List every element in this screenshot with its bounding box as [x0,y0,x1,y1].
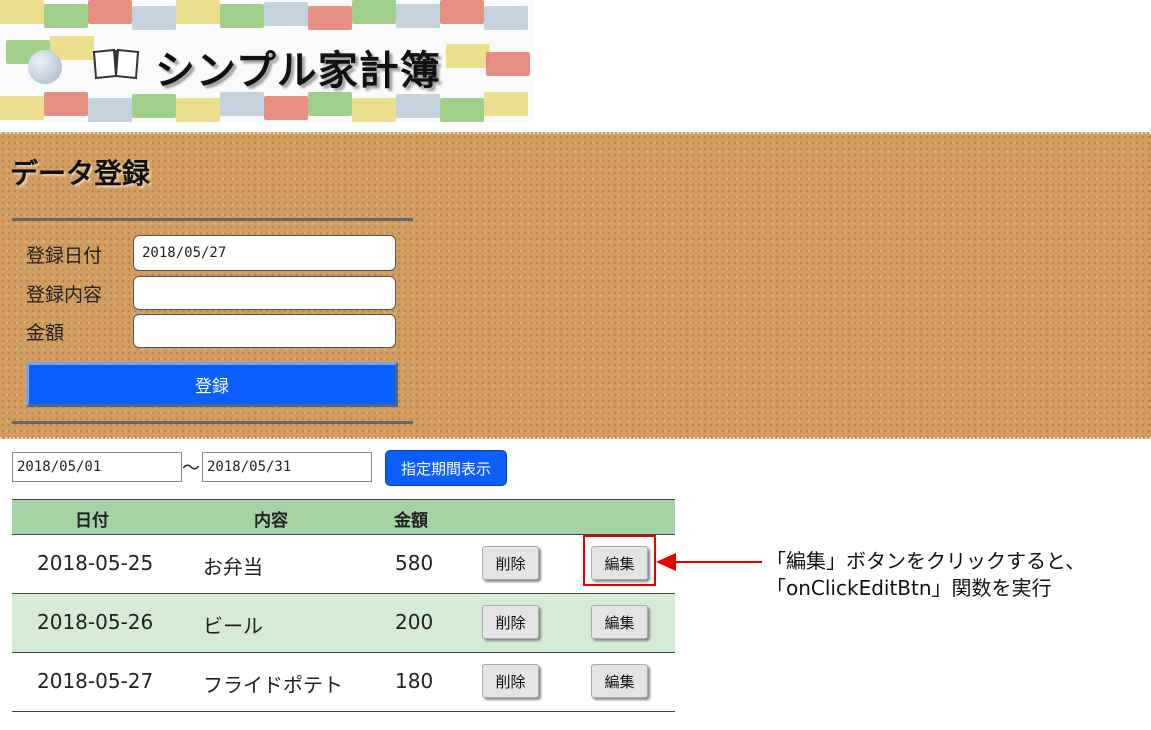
row-date: 2018-05-26 [37,610,154,634]
banner-tile [396,4,440,28]
annotation-note: 「編集」ボタンをクリックすると、 「onClickEditBtn」関数を実行 [766,548,1085,602]
banner-tile [486,52,530,76]
content-input[interactable] [133,276,396,310]
edit-button[interactable]: 編集 [591,605,648,639]
date-label: 登録日付 [26,245,103,267]
records-table: 日付 内容 金額 2018-05-25 お弁当 580 削除 編集 2018-0… [12,499,675,712]
banner-tile [440,0,484,24]
start-date-input[interactable]: 2018/05/01 [12,452,182,482]
row-date: 2018-05-27 [37,669,154,693]
ball-decoration [28,50,62,84]
end-date-value: 2018/05/31 [207,459,292,475]
delete-button[interactable]: 削除 [482,546,539,580]
row-amount: 580 [395,551,434,575]
date-input[interactable]: 2018/05/27 [133,235,396,271]
banner-tile [0,96,44,120]
show-period-button[interactable]: 指定期間表示 [385,450,507,486]
header-content: 内容 [254,511,288,531]
row-content: ビール [203,614,263,638]
edit-button-highlight [583,535,656,586]
banner-tile [484,92,528,116]
header-date: 日付 [75,511,109,531]
table-header: 日付 内容 金額 [12,499,675,535]
header-banner: シンプル家計簿 [0,0,533,122]
row-date: 2018-05-25 [37,551,154,575]
banner-tile [88,0,132,24]
banner-tile [396,94,440,118]
delete-button[interactable]: 削除 [482,664,539,698]
registration-panel: データ登録 登録日付 2018/05/27 登録内容 金額 登録 [0,132,1151,439]
banner-tile [132,94,176,118]
banner-tile [264,2,308,26]
annotation-line-2: 「onClickEditBtn」関数を実行 [766,576,1052,600]
banner-tile [484,6,528,30]
row-content: お弁当 [203,555,263,579]
start-date-value: 2018/05/01 [17,459,102,475]
date-input-value: 2018/05/27 [142,245,227,261]
amount-input[interactable] [133,314,396,348]
banner-tile [352,0,396,24]
end-date-input[interactable]: 2018/05/31 [202,452,372,482]
banner-tile [44,4,88,28]
row-amount: 200 [395,610,434,634]
header-amount: 金額 [394,511,428,531]
book-icon [92,48,140,80]
banner-tile [0,0,44,24]
banner-tile [440,98,484,122]
banner-tile [264,96,308,120]
arrow-left-icon [656,553,762,571]
banner-tile [308,6,352,30]
register-button[interactable]: 登録 [26,362,398,407]
edit-button[interactable]: 編集 [591,664,648,698]
banner-tile [446,44,490,68]
divider [12,421,413,424]
table-row: 2018-05-27 フライドポテト 180 削除 編集 [12,653,675,712]
annotation-line-1: 「編集」ボタンをクリックすると、 [766,549,1086,573]
banner-tile [176,0,220,24]
banner-tile [176,98,220,122]
form-heading: データ登録 [10,157,151,190]
row-amount: 180 [395,669,434,693]
app-title: シンプル家計簿 [155,48,441,94]
content-label: 登録内容 [26,284,103,306]
banner-tile [88,98,132,122]
divider [12,218,413,221]
date-range-separator: 〜 [182,458,200,479]
banner-tile [352,98,396,122]
amount-label: 金額 [26,322,65,344]
banner-tile [132,6,176,30]
banner-tile [44,92,88,116]
delete-button[interactable]: 削除 [482,605,539,639]
table-row: 2018-05-26 ビール 200 削除 編集 [12,594,675,653]
banner-tile [220,4,264,28]
table-row: 2018-05-25 お弁当 580 削除 編集 [12,535,675,594]
row-content: フライドポテト [203,673,343,697]
